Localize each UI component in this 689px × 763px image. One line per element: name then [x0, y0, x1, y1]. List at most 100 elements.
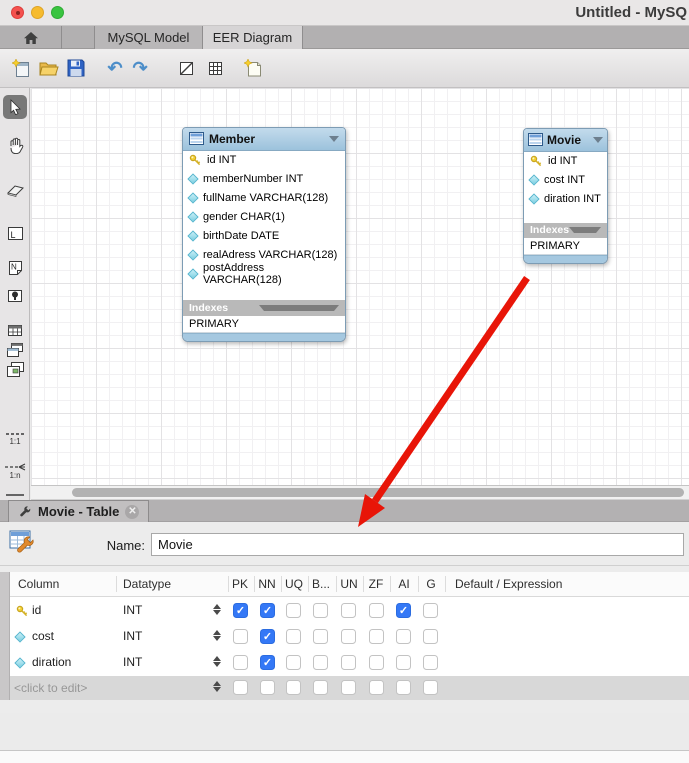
tab-home[interactable] [0, 26, 62, 49]
header-default[interactable]: Default / Expression [455, 577, 562, 591]
datatype-stepper[interactable] [213, 681, 221, 692]
checkbox-g[interactable] [423, 629, 438, 644]
checkbox-nn[interactable] [260, 629, 275, 644]
header-column[interactable]: Column [18, 577, 59, 591]
object-group-tool[interactable] [3, 358, 27, 382]
undo-button[interactable]: ↶ [104, 57, 126, 79]
checkbox-zf[interactable] [369, 680, 384, 695]
header-datatype[interactable]: Datatype [123, 577, 171, 591]
open-model-button[interactable] [38, 57, 60, 79]
header-un[interactable]: UN [340, 577, 357, 591]
toggle-grid-button[interactable] [204, 57, 226, 79]
close-window-button[interactable] [11, 6, 24, 19]
header-zf[interactable]: ZF [369, 577, 384, 591]
checkbox-zf[interactable] [369, 655, 384, 670]
checkbox-ai[interactable] [396, 603, 411, 618]
checkbox-ai[interactable] [396, 680, 411, 695]
rel-1-n-tool[interactable]: 1:n [3, 456, 27, 486]
checkbox-nn[interactable] [260, 603, 275, 618]
checkbox-nn[interactable] [260, 655, 275, 670]
checkbox-uq[interactable] [286, 629, 301, 644]
checkbox-ai[interactable] [396, 629, 411, 644]
column-row[interactable]: id INT [524, 152, 607, 171]
checkbox-g[interactable] [423, 603, 438, 618]
checkbox-zf[interactable] [369, 629, 384, 644]
note-tool[interactable]: N [3, 256, 27, 280]
header-pk[interactable]: PK [232, 577, 248, 591]
editor-tab-movie-table[interactable]: Movie - Table ✕ [8, 500, 149, 522]
checkbox-uq[interactable] [286, 603, 301, 618]
column-row[interactable]: postAddress VARCHAR(128) [183, 265, 345, 284]
movie-header[interactable]: Movie [524, 129, 607, 152]
tab-mysql-model[interactable]: MySQL Model [94, 26, 203, 49]
chevron-down-icon[interactable] [569, 227, 601, 233]
chevron-down-icon[interactable] [259, 305, 339, 311]
new-column-placeholder[interactable]: <click to edit> [14, 681, 87, 695]
checkbox-ai[interactable] [396, 655, 411, 670]
header-nn[interactable]: NN [258, 577, 275, 591]
chevron-down-icon[interactable] [593, 137, 603, 143]
checkbox-b[interactable] [313, 655, 328, 670]
header-g[interactable]: G [426, 577, 435, 591]
checkbox-g[interactable] [423, 680, 438, 695]
checkbox-un[interactable] [341, 655, 356, 670]
datatype-stepper[interactable] [213, 630, 221, 641]
checkbox-uq[interactable] [286, 680, 301, 695]
header-b[interactable]: B... [312, 577, 330, 591]
column-row[interactable]: fullName VARCHAR(128) [183, 189, 345, 208]
checkbox-uq[interactable] [286, 655, 301, 670]
header-uq[interactable]: UQ [285, 577, 303, 591]
index-row[interactable]: PRIMARY [183, 316, 345, 333]
grid-row-new-column[interactable]: <click to edit> [0, 676, 689, 700]
checkbox-b[interactable] [313, 680, 328, 695]
scrollbar-thumb[interactable] [72, 488, 684, 497]
column-row[interactable]: diration INT [524, 190, 607, 209]
table-figure-member[interactable]: Member id INT memberNumber INT fullName … [182, 127, 346, 342]
checkbox-un[interactable] [341, 603, 356, 618]
chevron-down-icon[interactable] [329, 136, 339, 142]
checkbox-un[interactable] [341, 680, 356, 695]
column-row[interactable]: cost INT [524, 171, 607, 190]
grid-row-cost[interactable]: cost INT [0, 624, 689, 650]
new-note-button[interactable] [242, 57, 264, 79]
indexes-header[interactable]: Indexes [183, 300, 345, 316]
checkbox-pk[interactable] [233, 680, 248, 695]
column-name[interactable]: cost [32, 629, 54, 643]
column-row[interactable]: gender CHAR(1) [183, 208, 345, 227]
eraser-tool[interactable] [3, 178, 27, 202]
rel-1-1-tool[interactable]: 1:1 [3, 423, 27, 453]
checkbox-b[interactable] [313, 629, 328, 644]
datatype-value[interactable]: INT [123, 629, 142, 643]
datatype-stepper[interactable] [213, 656, 221, 667]
column-row[interactable]: id INT [183, 151, 345, 170]
image-tool[interactable] [3, 284, 27, 308]
hand-tool[interactable] [3, 133, 27, 157]
grid-row-id[interactable]: id INT [0, 598, 689, 624]
checkbox-zf[interactable] [369, 603, 384, 618]
datatype-value[interactable]: INT [123, 603, 142, 617]
member-header[interactable]: Member [183, 128, 345, 151]
checkbox-un[interactable] [341, 629, 356, 644]
checkbox-g[interactable] [423, 655, 438, 670]
column-name[interactable]: id [32, 603, 41, 617]
hide-figure-button[interactable] [175, 57, 197, 79]
grid-row-diration[interactable]: diration INT [0, 650, 689, 676]
save-model-button[interactable] [65, 57, 87, 79]
pointer-tool[interactable] [3, 95, 27, 119]
column-name[interactable]: diration [32, 655, 71, 669]
checkbox-b[interactable] [313, 603, 328, 618]
tab-eer-diagram[interactable]: EER Diagram [203, 26, 303, 49]
column-row[interactable]: memberNumber INT [183, 170, 345, 189]
datatype-stepper[interactable] [213, 604, 221, 615]
zoom-window-button[interactable] [51, 6, 64, 19]
column-row[interactable]: birthDate DATE [183, 227, 345, 246]
table-figure-movie[interactable]: Movie id INT cost INT diration INT Index… [523, 128, 608, 264]
indexes-header[interactable]: Indexes [524, 223, 607, 239]
canvas-horizontal-scrollbar[interactable] [31, 486, 689, 500]
index-row[interactable]: PRIMARY [524, 238, 607, 255]
table-name-input[interactable] [151, 533, 684, 556]
datatype-value[interactable]: INT [123, 655, 142, 669]
checkbox-nn[interactable] [260, 680, 275, 695]
close-icon[interactable]: ✕ [125, 505, 139, 519]
checkbox-pk[interactable] [233, 629, 248, 644]
